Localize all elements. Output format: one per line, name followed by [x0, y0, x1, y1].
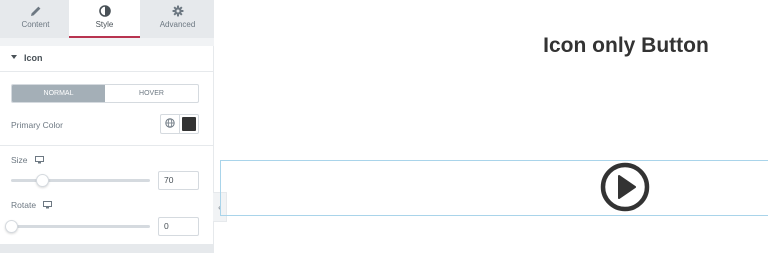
gear-icon — [142, 5, 213, 19]
rotate-slider[interactable] — [5, 220, 150, 233]
size-slider[interactable] — [11, 174, 150, 187]
selected-widget-outline[interactable] — [220, 160, 768, 216]
globe-icon — [165, 115, 175, 133]
play-circle-icon[interactable] — [600, 162, 650, 212]
panel-tabs: Content Style Advanced — [0, 0, 214, 38]
rotate-slider-handle[interactable] — [5, 220, 18, 233]
panel-bottom-strip — [0, 244, 214, 253]
size-slider-handle[interactable] — [35, 174, 49, 187]
desktop-icon[interactable] — [43, 200, 53, 211]
tab-style-label: Style — [95, 20, 114, 29]
state-switch: NORMAL HOVER — [11, 84, 199, 103]
tab-advanced[interactable]: Advanced — [142, 0, 213, 38]
desktop-icon[interactable] — [34, 155, 44, 166]
global-colors-button[interactable] — [160, 114, 180, 134]
rotate-label-text: Rotate — [11, 200, 37, 210]
size-label-text: Size — [11, 155, 28, 165]
tab-content[interactable]: Content — [0, 0, 71, 38]
section-icon-header[interactable]: Icon — [0, 46, 214, 72]
primary-color-label: Primary Color — [11, 120, 63, 130]
rotate-input[interactable]: 0 — [158, 217, 199, 236]
caret-down-icon — [11, 55, 17, 59]
divider — [0, 145, 214, 146]
pencil-icon — [0, 5, 71, 19]
primary-color-picker[interactable] — [179, 114, 199, 134]
tab-style[interactable]: Style — [69, 0, 140, 38]
tab-content-label: Content — [21, 20, 50, 29]
normal-tab[interactable]: NORMAL — [12, 85, 105, 102]
hover-tab[interactable]: HOVER — [105, 85, 198, 102]
rotate-label: Rotate — [11, 200, 53, 211]
editor-panel: Content Style Advanced Icon NORMAL HOVER… — [0, 0, 214, 253]
size-label: Size — [11, 155, 44, 166]
size-input[interactable]: 70 — [158, 171, 199, 190]
preview-heading: Icon only Button — [543, 34, 709, 57]
tab-advanced-label: Advanced — [159, 20, 196, 29]
section-separator — [0, 38, 214, 46]
color-swatch — [182, 117, 196, 131]
section-title: Icon — [24, 53, 43, 63]
half-circle-icon — [69, 5, 140, 19]
